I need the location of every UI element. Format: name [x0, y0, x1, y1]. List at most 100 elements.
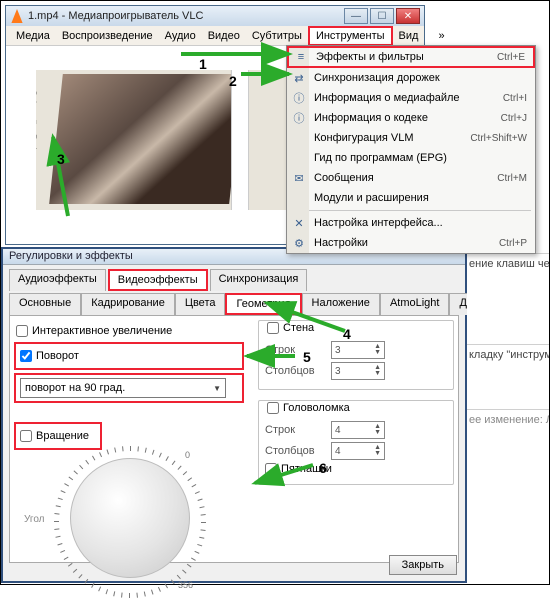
window-buttons: — ☐ ✕: [344, 8, 420, 24]
spinner-arrows-icon: ▲▼: [374, 365, 381, 377]
tab-colors[interactable]: Цвета: [175, 293, 226, 315]
menu-track-sync[interactable]: ⇄ Синхронизация дорожек: [287, 68, 535, 88]
spinner-arrows-icon: ▲▼: [374, 424, 381, 436]
tools-icon: ✕: [292, 216, 306, 230]
rotate-checkbox[interactable]: [20, 350, 32, 362]
video-rotated-caption: Salvesdite Patienten: [36, 90, 38, 172]
annotation-1: 1: [199, 56, 207, 72]
minimize-button[interactable]: —: [344, 8, 368, 24]
menu-messages[interactable]: ✉ Сообщения Ctrl+M: [287, 168, 535, 188]
rotate-select[interactable]: поворот на 90 град. ▼: [20, 378, 226, 398]
rotate-group: Поворот поворот на 90 град. ▼: [14, 342, 244, 406]
arrow-2: [241, 67, 301, 84]
rotate-value: поворот на 90 град.: [25, 382, 125, 394]
wall-cols-label: Столбцов: [265, 365, 325, 377]
video-right-strip: [231, 70, 249, 210]
interactive-zoom-label: Интерактивное увеличение: [32, 325, 172, 337]
menu-media-info[interactable]: ⓘ Информация о медиафайле Ctrl+I: [287, 88, 535, 108]
menu-tools[interactable]: Инструменты: [308, 26, 393, 46]
tab-sync[interactable]: Синхронизация: [210, 269, 308, 291]
spin-check[interactable]: Вращение: [20, 430, 96, 442]
puzzle-rows-row: Строк 4▲▼: [265, 421, 447, 439]
info-icon: ⓘ: [292, 111, 306, 125]
menu-overflow-icon[interactable]: »: [432, 28, 450, 44]
puzzle-rows-label: Строк: [265, 424, 325, 436]
maximize-button[interactable]: ☐: [370, 8, 394, 24]
doc-frag-b: кладку "инструм: [467, 344, 549, 365]
tab-crop[interactable]: Кадрирование: [81, 293, 175, 315]
dialog-sub-tabs: Основные Кадрирование Цвета Геометрия На…: [9, 293, 459, 315]
menu-subtitles[interactable]: Субтитры: [246, 28, 308, 44]
menu-preferences[interactable]: ⚙ Настройки Ctrl+P: [287, 233, 535, 253]
spin-group: Вращение Угол 0 356: [14, 422, 244, 590]
menu-codec-info[interactable]: ⓘ Информация о кодеке Ctrl+J: [287, 108, 535, 128]
tab-atmolight[interactable]: AtmoLight: [380, 293, 450, 315]
gear-icon: ⚙: [292, 236, 306, 250]
puzzle-cols-spinner[interactable]: 4▲▼: [331, 442, 385, 460]
tab-audio-effects[interactable]: Аудиоэффекты: [9, 269, 106, 291]
arrow-5: [241, 349, 301, 366]
spinner-arrows-icon: ▲▼: [374, 344, 381, 356]
dialog-footer: Закрыть: [389, 555, 457, 575]
titlebar: 1.mp4 - Медиапроигрыватель VLC — ☐ ✕: [6, 6, 424, 26]
menu-plugins[interactable]: Модули и расширения: [287, 188, 535, 208]
rotate-label: Поворот: [36, 350, 79, 362]
puzzle-check[interactable]: Головоломка: [265, 402, 352, 414]
menubar: Медиа Воспроизведение Аудио Видео Субтит…: [6, 26, 424, 46]
angle-dial-wrap: Угол 0 356: [30, 450, 220, 590]
rotate-check[interactable]: Поворот: [20, 350, 238, 362]
rotate-check-highlight: Поворот: [14, 342, 244, 370]
puzzle-cols-label: Столбцов: [265, 445, 325, 457]
menu-playback[interactable]: Воспроизведение: [56, 28, 159, 44]
background-document: ение клавиш че кладку "инструм ее измене…: [467, 247, 549, 583]
annotation-2: 2: [229, 73, 237, 89]
annotation-3: 3: [57, 151, 65, 167]
video-frame-image: [49, 74, 243, 204]
doc-frag-a: ение клавиш че: [467, 253, 549, 274]
close-button[interactable]: ✕: [396, 8, 420, 24]
close-dialog-button[interactable]: Закрыть: [389, 555, 457, 575]
dialog-main-tabs: Аудиоэффекты Видеоэффекты Синхронизация: [9, 269, 459, 291]
spin-checkbox[interactable]: [20, 430, 32, 442]
menu-media[interactable]: Медиа: [10, 28, 56, 44]
puzzle-checkbox[interactable]: [267, 402, 279, 414]
puzzle-cols-row: Столбцов 4▲▼: [265, 442, 447, 460]
wall-rows-spinner[interactable]: 3▲▼: [331, 341, 385, 359]
arrow-4: [261, 297, 351, 340]
menu-audio[interactable]: Аудио: [159, 28, 202, 44]
tab-video-effects[interactable]: Видеоэффекты: [108, 269, 208, 291]
puzzle-rows-spinner[interactable]: 4▲▼: [331, 421, 385, 439]
spin-label: Вращение: [36, 430, 89, 442]
annotation-5: 5: [303, 349, 311, 365]
menu-effects-filters[interactable]: ≡ Эффекты и фильтры Ctrl+E: [287, 46, 535, 68]
menu-vlm-config[interactable]: Конфигурация VLM Ctrl+Shift+W: [287, 128, 535, 148]
tools-dropdown: ≡ Эффекты и фильтры Ctrl+E ⇄ Синхронизац…: [286, 45, 536, 254]
chevron-down-icon: ▼: [213, 384, 221, 393]
envelope-icon: ✉: [292, 171, 306, 185]
menu-customize-interface[interactable]: ✕ Настройка интерфейса...: [287, 213, 535, 233]
puzzle-label: Головоломка: [283, 402, 350, 414]
doc-frag-c: ее изменение: Ли: [467, 409, 549, 430]
menu-view[interactable]: Вид: [393, 28, 425, 44]
menu-separator: [291, 210, 531, 211]
tab-basic[interactable]: Основные: [9, 293, 81, 315]
dial-356-label: 356: [178, 580, 193, 590]
angle-label: Угол: [24, 514, 45, 525]
menu-epg[interactable]: Гид по программам (EPG): [287, 148, 535, 168]
annotation-4: 4: [343, 326, 351, 342]
vlc-cone-icon: [10, 9, 24, 23]
info-icon: ⓘ: [292, 91, 306, 105]
geometry-panel: Интерактивное увеличение Поворот поворот…: [9, 315, 459, 563]
arrow-3: [47, 131, 77, 224]
window-title: 1.mp4 - Медиапроигрыватель VLC: [28, 10, 344, 22]
interactive-zoom-checkbox[interactable]: [16, 325, 28, 337]
menu-video[interactable]: Видео: [202, 28, 246, 44]
rotate-select-highlight: поворот на 90 град. ▼: [14, 373, 244, 403]
effects-dialog: Регулировки и эффекты Аудиоэффекты Видео…: [1, 247, 467, 583]
angle-dial[interactable]: [70, 458, 190, 578]
annotation-6: 6: [319, 460, 327, 476]
arrow-6: [249, 459, 319, 492]
dialog-body: Аудиоэффекты Видеоэффекты Синхронизация …: [3, 265, 465, 567]
spinner-arrows-icon: ▲▼: [374, 445, 381, 457]
wall-cols-spinner[interactable]: 3▲▼: [331, 362, 385, 380]
